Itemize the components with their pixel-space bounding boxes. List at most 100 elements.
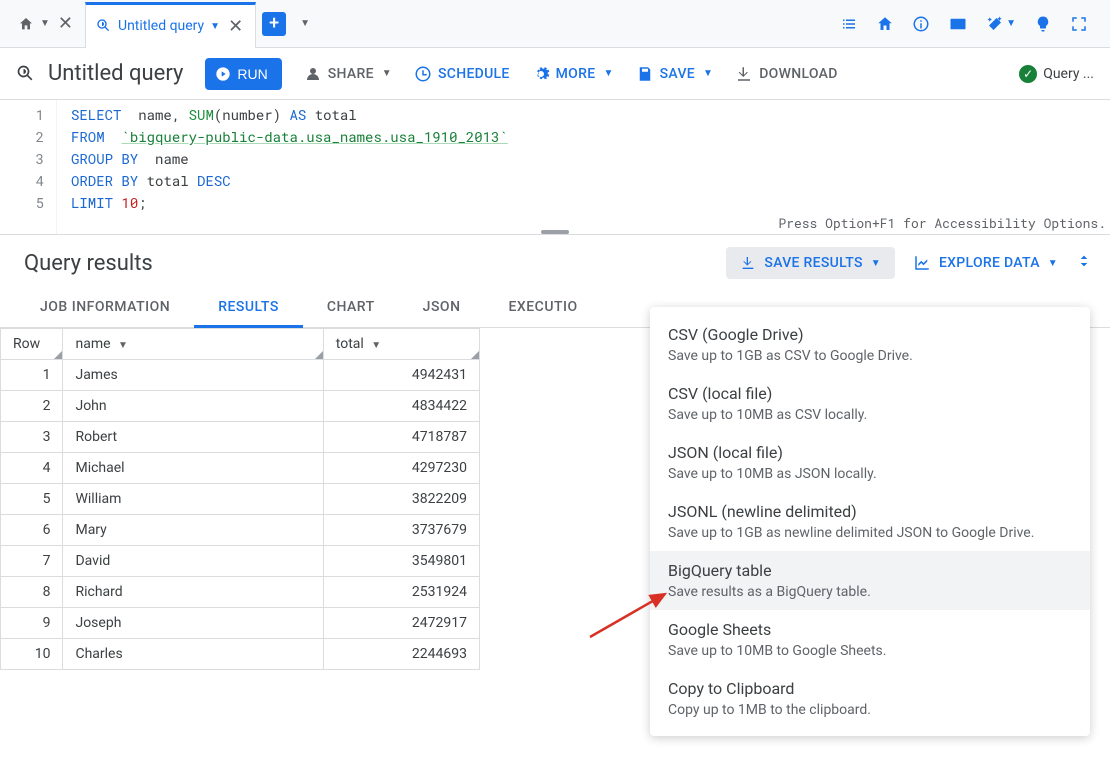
drag-handle[interactable] xyxy=(541,230,569,234)
table-row[interactable]: 10Charles2244693 xyxy=(1,639,480,670)
status-badge: ✓ Query ... xyxy=(1019,65,1094,83)
run-button[interactable]: RUN xyxy=(205,58,281,90)
download-button[interactable]: DOWNLOAD xyxy=(735,65,838,83)
sql-editor[interactable]: 1 2 3 4 5 SELECT name, SUM(number) AS to… xyxy=(0,100,1110,235)
table-row[interactable]: 9Joseph2472917 xyxy=(1,608,480,639)
tab-results[interactable]: RESULTS xyxy=(194,289,303,328)
save-button[interactable]: SAVE ▼ xyxy=(636,65,714,83)
menu-item-subtitle: Copy up to 1MB to the clipboard. xyxy=(668,702,1072,718)
cell-name: David xyxy=(63,546,323,577)
menu-item-csv-google-drive-[interactable]: CSV (Google Drive) Save up to 1GB as CSV … xyxy=(650,315,1090,374)
tab-label: Untitled query xyxy=(118,18,204,34)
cell-row: 2 xyxy=(1,391,63,422)
cell-name: Charles xyxy=(63,639,323,670)
gear-icon xyxy=(532,65,550,83)
menu-item-title: CSV (Google Drive) xyxy=(668,325,1072,344)
cell-name: John xyxy=(63,391,323,422)
tab-home[interactable]: ▼ ✕ xyxy=(8,1,85,47)
menu-item-subtitle: Save up to 1GB as CSV to Google Drive. xyxy=(668,348,1072,364)
share-button[interactable]: SHARE ▼ xyxy=(304,65,392,83)
table-row[interactable]: 8Richard2531924 xyxy=(1,577,480,608)
cell-row: 7 xyxy=(1,546,63,577)
sort-icon[interactable]: ▼ xyxy=(371,340,381,351)
chevron-down-icon: ▼ xyxy=(382,68,392,79)
tab-json[interactable]: JSON xyxy=(399,289,485,327)
more-button[interactable]: MORE ▼ xyxy=(532,65,614,83)
cell-total: 3737679 xyxy=(323,515,479,546)
table-row[interactable]: 1James4942431 xyxy=(1,360,480,391)
cell-name: Richard xyxy=(63,577,323,608)
menu-item-csv-local-file-[interactable]: CSV (local file) Save up to 10MB as CSV l… xyxy=(650,374,1090,433)
cell-name: William xyxy=(63,484,323,515)
col-row[interactable]: Row xyxy=(1,329,63,360)
cell-name: Mary xyxy=(63,515,323,546)
menu-item-title: Copy to Clipboard xyxy=(668,679,1072,698)
fullscreen-icon[interactable] xyxy=(1070,15,1088,33)
cell-total: 4942431 xyxy=(323,360,479,391)
menu-item-copy-to-clipboard[interactable]: Copy to Clipboard Copy up to 1MB to the c… xyxy=(650,669,1090,728)
tab-chart[interactable]: CHART xyxy=(303,289,399,327)
menu-item-title: CSV (local file) xyxy=(668,384,1072,403)
line-gutter: 1 2 3 4 5 xyxy=(0,100,56,234)
cell-name: James xyxy=(63,360,323,391)
save-results-menu: CSV (Google Drive) Save up to 1GB as CSV … xyxy=(650,307,1090,736)
cell-row: 9 xyxy=(1,608,63,639)
cell-total: 4297230 xyxy=(323,453,479,484)
table-row[interactable]: 3Robert4718787 xyxy=(1,422,480,453)
save-results-button[interactable]: SAVE RESULTS ▼ xyxy=(726,247,895,279)
chevron-down-icon: ▼ xyxy=(703,68,713,79)
magic-icon[interactable]: ▼ xyxy=(986,15,1016,33)
results-title: Query results xyxy=(24,251,153,276)
table-row[interactable]: 5William3822209 xyxy=(1,484,480,515)
home-outline-icon[interactable] xyxy=(876,15,894,33)
keyboard-icon[interactable] xyxy=(948,15,968,33)
search-sql-icon xyxy=(16,64,36,84)
chevron-down-icon: ▼ xyxy=(871,258,881,269)
page-title: Untitled query xyxy=(48,61,183,86)
lightbulb-icon[interactable] xyxy=(1034,15,1052,33)
explore-data-button[interactable]: EXPLORE DATA ▼ xyxy=(913,254,1058,272)
cell-name: Michael xyxy=(63,453,323,484)
tab-overflow-button[interactable]: ▼ xyxy=(292,18,318,29)
menu-item-subtitle: Save up to 10MB as CSV locally. xyxy=(668,407,1072,423)
chevron-down-icon: ▼ xyxy=(210,21,220,32)
cell-row: 1 xyxy=(1,360,63,391)
cell-total: 3822209 xyxy=(323,484,479,515)
close-icon[interactable]: ✕ xyxy=(56,11,75,36)
table-row[interactable]: 2John4834422 xyxy=(1,391,480,422)
tab-job-information[interactable]: JOB INFORMATION xyxy=(16,289,194,327)
close-icon[interactable]: ✕ xyxy=(226,14,245,39)
menu-item-subtitle: Save up to 10MB as JSON locally. xyxy=(668,466,1072,482)
chevron-down-icon: ▼ xyxy=(40,18,50,29)
sort-icon[interactable]: ▼ xyxy=(118,340,128,351)
menu-item-title: JSON (local file) xyxy=(668,443,1072,462)
table-row[interactable]: 7David3549801 xyxy=(1,546,480,577)
cell-row: 4 xyxy=(1,453,63,484)
cell-name: Robert xyxy=(63,422,323,453)
new-tab-button[interactable]: + xyxy=(262,12,286,36)
results-table: Row name ▼ total ▼ 1James49424312John483… xyxy=(0,328,480,670)
tab-execution[interactable]: EXECUTIO xyxy=(485,289,602,327)
menu-item-subtitle: Save up to 10MB to Google Sheets. xyxy=(668,643,1072,659)
table-row[interactable]: 4Michael4297230 xyxy=(1,453,480,484)
cell-total: 4834422 xyxy=(323,391,479,422)
expand-icon[interactable] xyxy=(1076,253,1092,273)
tab-untitled-query[interactable]: Untitled query ▼ ✕ xyxy=(85,2,256,48)
col-name[interactable]: name ▼ xyxy=(63,329,323,360)
check-icon: ✓ xyxy=(1019,65,1037,83)
chevron-down-icon: ▼ xyxy=(603,68,613,79)
menu-item-title: Google Sheets xyxy=(668,620,1072,639)
menu-item-google-sheets[interactable]: Google Sheets Save up to 10MB to Google S… xyxy=(650,610,1090,669)
list-icon[interactable] xyxy=(840,15,858,33)
schedule-button[interactable]: SCHEDULE xyxy=(414,65,510,83)
info-icon[interactable] xyxy=(912,15,930,33)
menu-item-jsonl-newline-delimited-[interactable]: JSONL (newline delimited)Save up to 1GB … xyxy=(650,492,1090,551)
cell-row: 5 xyxy=(1,484,63,515)
menu-item-title: JSONL (newline delimited) xyxy=(668,502,1072,521)
menu-item-bigquery-table[interactable]: BigQuery tableSave results as a BigQuery… xyxy=(650,551,1090,610)
menu-item-json-local-file-[interactable]: JSON (local file) Save up to 10MB as JSON… xyxy=(650,433,1090,492)
play-icon xyxy=(215,66,231,82)
col-total[interactable]: total ▼ xyxy=(323,329,479,360)
table-row[interactable]: 6Mary3737679 xyxy=(1,515,480,546)
download-icon xyxy=(735,65,753,83)
